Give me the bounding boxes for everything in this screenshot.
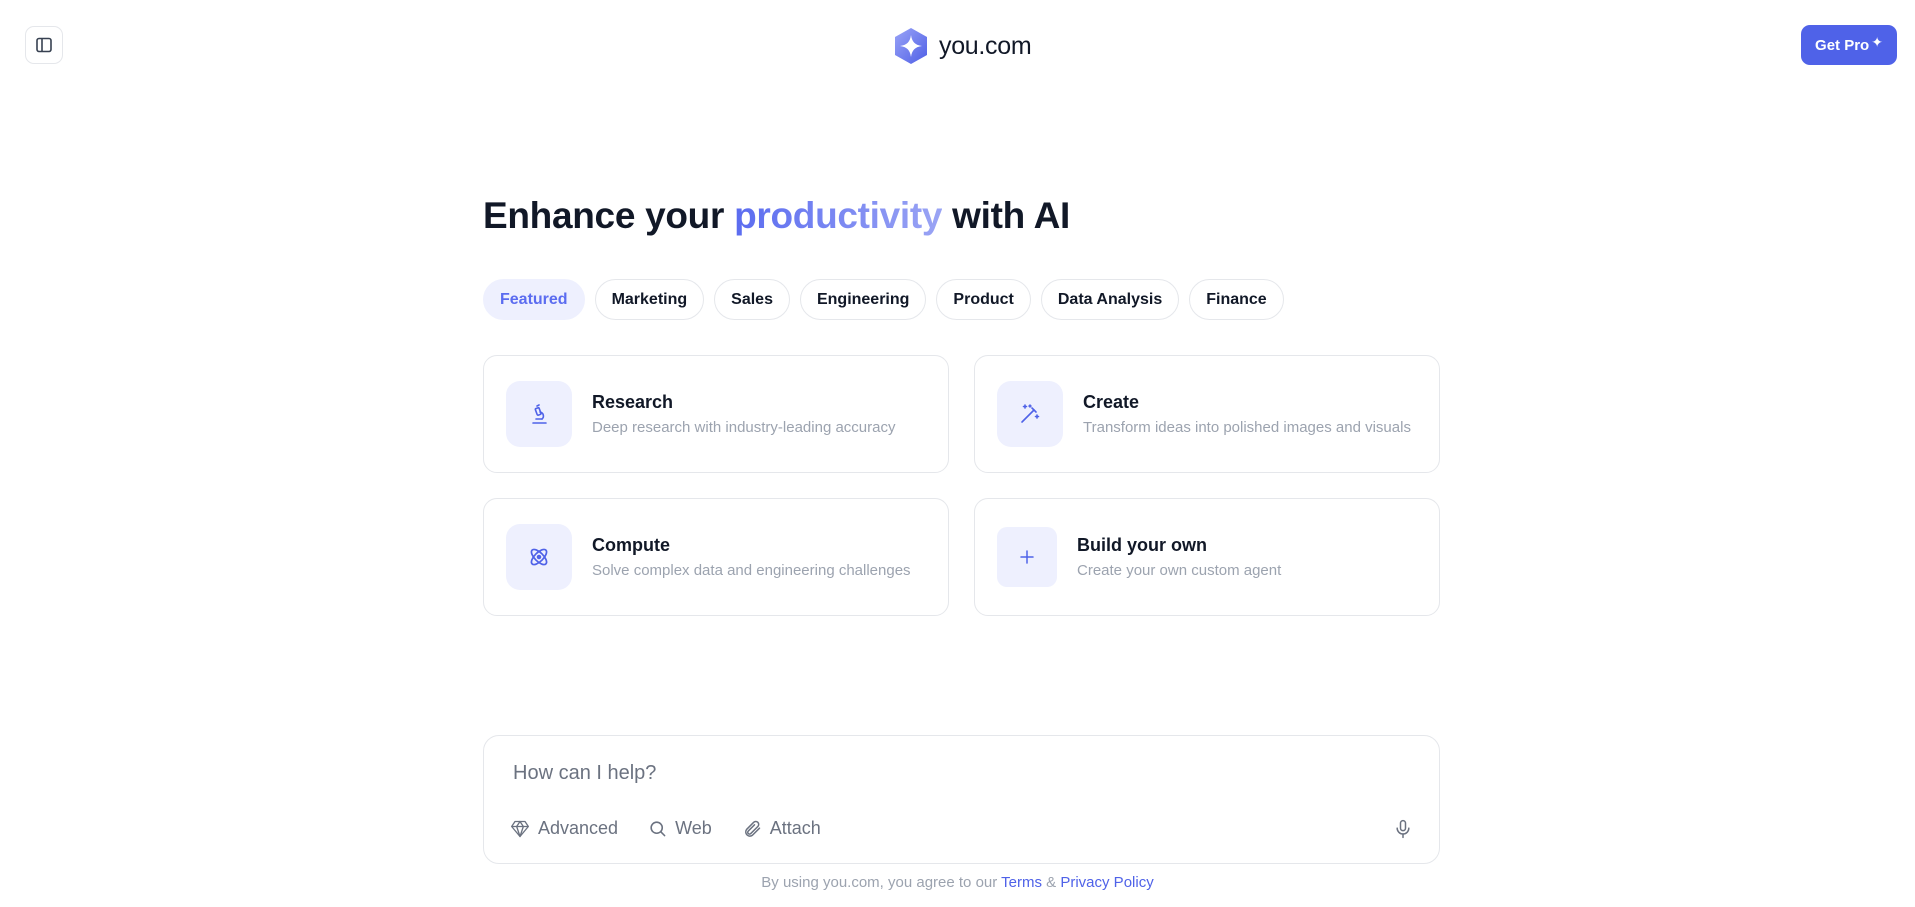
logo-text: you.com [939,31,1032,60]
card-title: Research [592,392,674,412]
microphone-icon [1396,819,1410,839]
category-tabs: Featured Marketing Sales Engineering Pro… [483,279,1284,320]
atom-icon [530,548,548,566]
card-create[interactable]: Create Transform ideas into polished ima… [974,355,1440,473]
logo[interactable]: you.com [892,26,1032,66]
input-toolbar: Advanced Web Attach [510,818,821,839]
web-button[interactable]: Web [648,818,712,839]
chat-input-placeholder[interactable]: How can I help? [513,762,656,785]
title-before: Enhance your [483,195,735,236]
card-title: Build your own [1077,535,1207,555]
terms-link[interactable]: Terms [1001,874,1042,891]
sparkle-icon: ✦ [1871,33,1883,50]
web-label: Web [675,818,712,838]
title-accent: productivity [734,195,943,236]
card-icon-container [506,524,572,590]
tab-marketing[interactable]: Marketing [594,279,705,320]
sidebar-icon [36,37,52,53]
tab-finance[interactable]: Finance [1189,279,1284,320]
tab-data-analysis[interactable]: Data Analysis [1040,279,1180,320]
you-logo-icon [895,28,927,64]
tab-sales[interactable]: Sales [714,279,790,320]
paperclip-icon [744,820,760,837]
advanced-label: Advanced [538,818,619,838]
title-after: with AI [942,195,1070,236]
attach-label: Attach [769,818,821,838]
card-icon-container [506,381,572,447]
get-pro-label: Get Pro [1815,36,1870,54]
diamond-icon [511,820,529,837]
page-title: Enhance your productivity with AI [483,195,1070,237]
page: you.com Get Pro ✦ Enhance your productiv… [0,0,1915,907]
card-title: Compute [592,535,670,555]
tab-product[interactable]: Product [936,279,1031,320]
card-description: Solve complex data and engineering chall… [592,562,911,579]
card-title: Create [1083,392,1140,412]
card-description: Deep research with industry-leading accu… [592,419,896,436]
card-icon-container [997,527,1057,587]
tab-engineering[interactable]: Engineering [799,279,927,320]
tab-featured[interactable]: Featured [483,279,585,320]
search-icon [650,821,666,837]
footer-amp: & [1042,874,1061,891]
microscope-icon [532,404,547,424]
advanced-button[interactable]: Advanced [510,818,618,839]
card-description: Transform ideas into polished images and… [1083,419,1411,436]
sidebar-toggle-button[interactable] [25,26,63,64]
legal-footer: By using you.com, you agree to our Terms… [0,874,1915,891]
magic-wand-icon [1021,404,1040,423]
chat-input-box[interactable]: How can I help? Advanced Web Attach [483,735,1440,864]
microphone-button[interactable] [1393,818,1413,845]
plus-icon [1020,550,1034,564]
card-icon-container [997,381,1063,447]
footer-prefix: By using you.com, you agree to our [761,874,1002,891]
get-pro-button[interactable]: Get Pro ✦ [1801,25,1897,65]
card-compute[interactable]: Compute Solve complex data and engineeri… [483,498,949,616]
privacy-policy-link[interactable]: Privacy Policy [1060,874,1153,891]
card-build-your-own[interactable]: Build your own Create your own custom ag… [974,498,1440,616]
card-description: Create your own custom agent [1077,562,1282,579]
card-research[interactable]: Research Deep research with industry-lea… [483,355,949,473]
attach-button[interactable]: Attach [742,818,821,839]
